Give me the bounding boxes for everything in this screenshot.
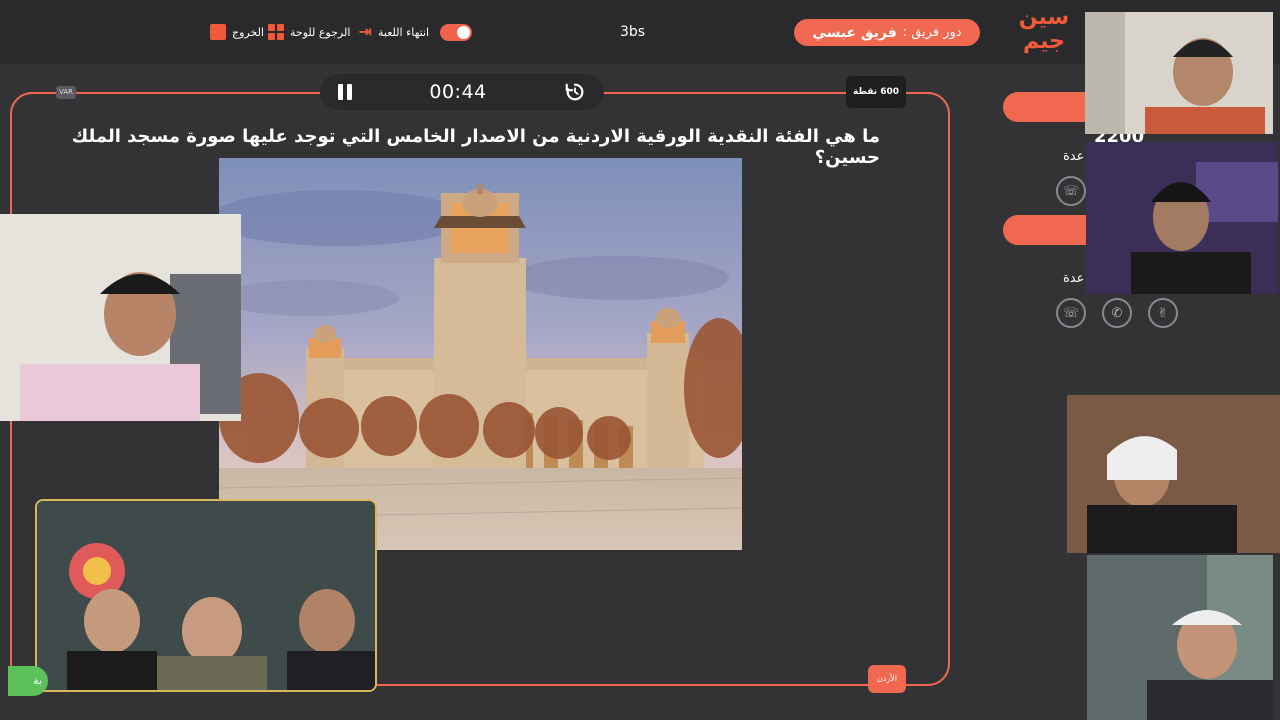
turn-prefix: دور فريق : <box>902 25 962 40</box>
webcam-left <box>0 214 241 421</box>
end-game-icon: ⇥ <box>358 22 372 41</box>
webcam-right-3 <box>1067 395 1280 553</box>
exit-icon <box>210 24 226 40</box>
pause-icon[interactable] <box>338 84 352 100</box>
mosque-image <box>219 158 742 550</box>
logo-line-1: سين <box>1018 5 1070 30</box>
webcam-right-2 <box>1086 142 1278 294</box>
webcam-studio <box>35 499 377 692</box>
webcam-top-right <box>1085 12 1273 134</box>
back-to-board-button[interactable]: الرجوع للوحة <box>268 22 350 42</box>
green-team-badge: بة <box>8 666 48 696</box>
var-badge[interactable]: VAR <box>56 86 76 99</box>
back-to-board-label: الرجوع للوحة <box>290 25 351 39</box>
timer-display: 00:44 <box>429 81 487 103</box>
room-code: 3bs <box>620 24 646 40</box>
aid-label-2: عدة <box>1063 271 1085 286</box>
country-tag: الأردن <box>868 665 906 693</box>
logo-line-2: جيم <box>1022 29 1066 54</box>
points-badge: 600 نقطة <box>846 76 906 108</box>
turn-team-name: فريق عبسي <box>812 24 897 41</box>
toggle-knob <box>457 26 470 39</box>
exit-label: الخروج <box>232 25 264 39</box>
board-icon <box>268 24 284 40</box>
reset-timer-icon[interactable] <box>564 81 586 103</box>
call-friend-icon[interactable]: ☏ <box>1056 176 1086 206</box>
end-game-label: انتهاء اللعبة <box>378 25 430 39</box>
aid-label-1: عدة <box>1063 149 1085 164</box>
call-friend-icon[interactable]: ☏ <box>1056 298 1086 328</box>
team-turn-indicator: دور فريق : فريق عبسي <box>794 19 980 46</box>
phone-icon[interactable]: ✆ <box>1102 298 1132 328</box>
timer-bar: 00:44 <box>320 74 604 110</box>
toggle-switch[interactable] <box>440 24 472 41</box>
hands-icon[interactable]: ✌ <box>1148 298 1178 328</box>
exit-button[interactable]: الخروج <box>210 22 264 42</box>
app-logo: سين جيم <box>1014 6 1074 58</box>
question-image <box>219 158 742 550</box>
end-game-button[interactable]: انتهاء اللعبة ⇥ <box>352 22 430 42</box>
webcam-right-4 <box>1087 555 1273 720</box>
